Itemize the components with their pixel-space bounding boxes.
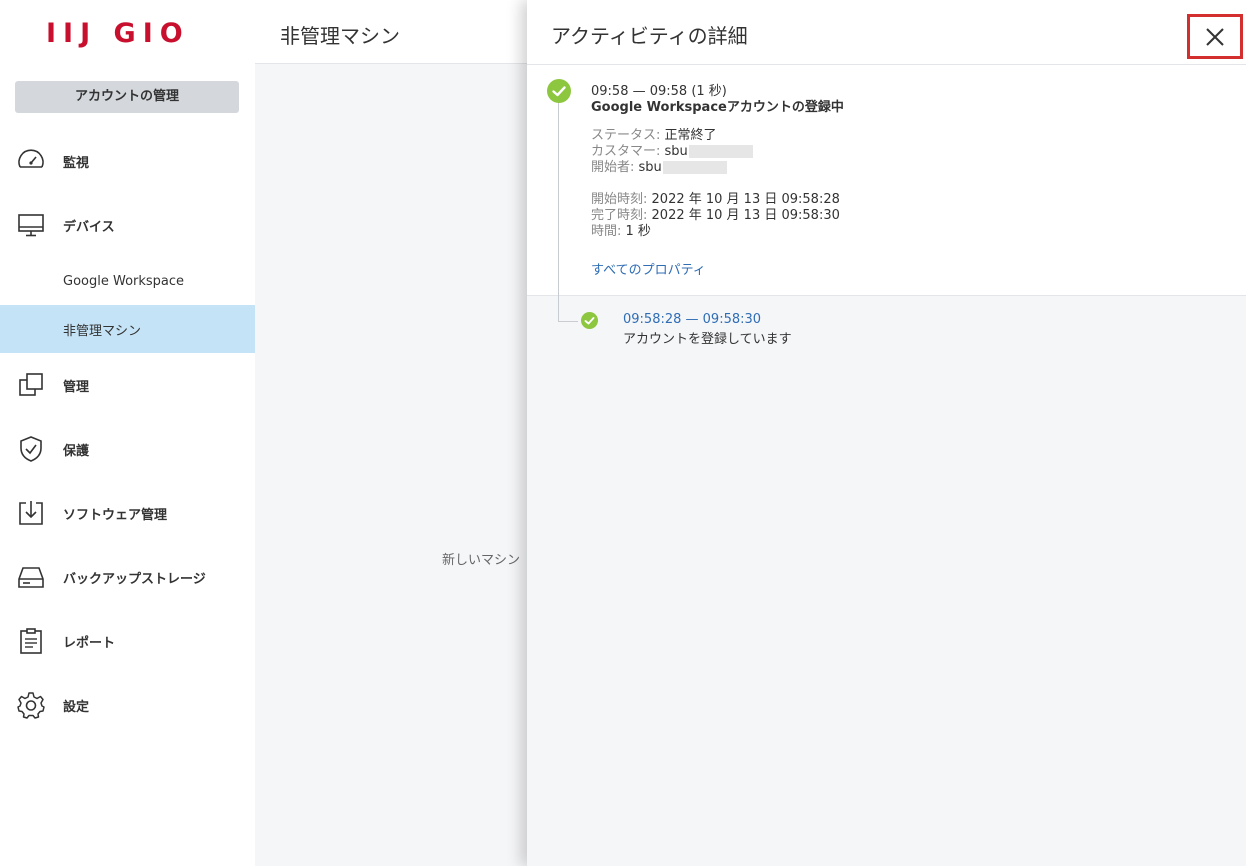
activity-details-panel: アクティビティの詳細 09:58 — 09:58 (1 秒) Google Wo… (527, 0, 1246, 866)
sidebar-subitem-label: Google Workspace (63, 273, 185, 289)
sidebar-item-label: 設定 (63, 699, 90, 715)
sidebar-item-label: バックアップストレージ (63, 571, 206, 587)
property-value: 1 秒 (625, 224, 651, 239)
activity-name: Google Workspaceアカウントの登録中 (591, 100, 844, 115)
property-key: ステータス: (591, 128, 661, 143)
close-icon (1206, 27, 1224, 46)
property-duration: 時間: 1 秒 (591, 224, 651, 240)
property-value: 2022 年 10 月 13 日 09:58:30 (651, 208, 840, 223)
property-value: 2022 年 10 月 13 日 09:58:28 (651, 192, 840, 207)
redacted-text (688, 145, 753, 158)
logo: IIJ GIO (46, 18, 190, 49)
redacted-text (662, 161, 727, 174)
sidebar-item-label: ソフトウェア管理 (63, 507, 168, 523)
property-status: ステータス: 正常終了 (591, 128, 717, 144)
sidebar-subitem-unmanaged-machines[interactable]: 非管理マシン (0, 305, 255, 353)
success-check-icon (581, 312, 598, 329)
all-properties-link[interactable]: すべてのプロパティ (591, 259, 706, 278)
property-end-time: 完了時刻: 2022 年 10 月 13 日 09:58:30 (591, 208, 840, 224)
sub-activity-time[interactable]: 09:58:28 — 09:58:30 (623, 312, 761, 327)
success-check-icon (547, 79, 571, 103)
sidebar-item-reports[interactable]: レポート (0, 617, 255, 665)
sidebar-item-management[interactable]: 管理 (0, 361, 255, 409)
drive-icon (18, 567, 44, 588)
sidebar-item-software[interactable]: ソフトウェア管理 (0, 489, 255, 537)
sidebar-item-label: レポート (63, 635, 116, 651)
property-key: カスタマー: (591, 144, 661, 159)
sidebar-subitem-label: 非管理マシン (63, 323, 142, 339)
panel-header: アクティビティの詳細 (527, 0, 1246, 65)
property-started-by: 開始者: sbu (591, 160, 727, 176)
sidebar-item-label: 監視 (63, 155, 90, 171)
download-box-icon (19, 501, 43, 525)
copy-icon (19, 373, 43, 396)
sidebar-item-label: 保護 (63, 443, 90, 459)
property-customer: カスタマー: sbu (591, 144, 753, 160)
sidebar-item-settings[interactable]: 設定 (0, 681, 255, 729)
sidebar-item-protection[interactable]: 保護 (0, 425, 255, 473)
property-key: 開始者: (591, 160, 635, 175)
property-value: sbu (664, 144, 688, 159)
sidebar-subitem-google-workspace[interactable]: Google Workspace (0, 257, 255, 305)
sidebar-item-label: 管理 (63, 379, 90, 395)
property-key: 開始時刻: (591, 192, 648, 207)
sidebar: IIJ GIO アカウントの管理 監視 デバイス Google Workspac… (0, 0, 255, 866)
property-value: 正常終了 (664, 128, 717, 143)
property-value: sbu (638, 160, 662, 175)
account-management-button[interactable]: アカウントの管理 (15, 81, 239, 113)
gauge-icon (18, 149, 44, 168)
shield-icon (20, 436, 42, 462)
property-key: 時間: (591, 224, 622, 239)
timeline-line (558, 100, 559, 322)
sidebar-item-backup-storage[interactable]: バックアップストレージ (0, 553, 255, 601)
close-button[interactable] (1187, 14, 1243, 59)
timeline-branch (558, 321, 578, 322)
monitor-icon (18, 214, 44, 237)
gear-icon (17, 692, 45, 719)
clipboard-icon (20, 628, 42, 654)
sidebar-item-devices[interactable]: デバイス (0, 201, 255, 249)
page-title: 非管理マシン (280, 24, 400, 48)
empty-state-text: 新しいマシン (442, 553, 521, 568)
sidebar-item-monitoring[interactable]: 監視 (0, 137, 255, 185)
sidebar-item-label: デバイス (63, 219, 115, 235)
panel-title: アクティビティの詳細 (551, 24, 748, 48)
sub-activity-description: アカウントを登録しています (623, 332, 792, 347)
property-key: 完了時刻: (591, 208, 648, 223)
property-start-time: 開始時刻: 2022 年 10 月 13 日 09:58:28 (591, 192, 840, 208)
